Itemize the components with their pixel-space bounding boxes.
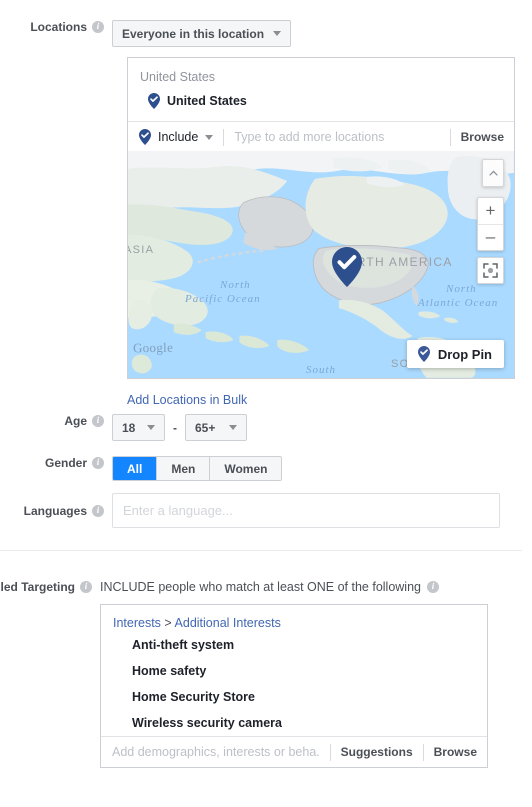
detailed-targeting-input[interactable] — [101, 745, 330, 759]
gender-option-all[interactable]: All — [113, 457, 158, 480]
age-max-value: 65+ — [195, 420, 216, 435]
info-icon[interactable] — [92, 20, 104, 33]
chevron-up-icon — [488, 170, 498, 176]
location-scope-dropdown[interactable]: Everyone in this location — [112, 20, 292, 47]
suggestions-button[interactable]: Suggestions — [331, 745, 423, 759]
breadcrumb-child[interactable]: Additional Interests — [175, 616, 281, 630]
detailed-targeting-row: Detailed Targeting INCLUDE people who ma… — [0, 580, 520, 768]
gender-option-men[interactable]: Men — [157, 457, 211, 480]
interests-breadcrumb: Interests > Additional Interests — [101, 605, 487, 632]
gender-option-women[interactable]: Women — [210, 457, 282, 480]
chevron-down-icon — [273, 31, 282, 36]
list-item[interactable]: Home safety — [101, 658, 487, 684]
location-scope-value: Everyone in this location — [122, 26, 265, 41]
chevron-down-icon — [205, 134, 214, 140]
languages-field — [112, 493, 520, 528]
locations-field: Everyone in this location — [112, 20, 520, 47]
gender-row: Gender All Men Women — [0, 456, 520, 481]
locations-group-header: United States — [140, 70, 216, 84]
age-max-dropdown[interactable]: 65+ — [185, 414, 247, 441]
detailed-targeting-heading-text: INCLUDE people who match at least ONE of… — [100, 580, 421, 594]
fullscreen-icon — [483, 263, 498, 278]
age-field: 18 - 65+ — [112, 414, 520, 441]
detailed-targeting-label: Detailed Targeting — [0, 580, 75, 594]
languages-label-group: Languages — [0, 493, 112, 528]
map-fullscreen-button[interactable] — [477, 257, 504, 284]
age-label-group: Age — [0, 414, 112, 428]
plus-icon: + — [485, 200, 496, 220]
age-min-value: 18 — [122, 420, 136, 435]
info-icon[interactable] — [92, 456, 104, 469]
list-item[interactable]: Wireless security camera — [101, 710, 487, 736]
list-item[interactable]: Anti-theft system — [101, 632, 487, 658]
languages-label: Languages — [23, 503, 87, 518]
location-map[interactable]: ASIA NORTH AMERICA SOUTH AMERICA North P… — [127, 151, 515, 379]
chevron-down-icon — [229, 425, 237, 430]
location-pin-check-icon — [417, 346, 430, 362]
languages-row: Languages — [0, 493, 520, 528]
minus-icon: – — [485, 227, 496, 247]
map-zoom-controls: + – — [477, 197, 504, 251]
location-pin-check-icon — [148, 93, 160, 109]
breadcrumb-separator: > — [164, 616, 172, 630]
gender-label: Gender — [44, 456, 87, 470]
drop-pin-button[interactable]: Drop Pin — [406, 340, 504, 368]
age-label: Age — [64, 414, 87, 428]
map-collapse-button[interactable] — [482, 159, 504, 187]
add-locations-bulk-link[interactable]: Add Locations in Bulk — [127, 386, 247, 409]
ad-targeting-form: Locations Everyone in this location Unit… — [0, 0, 532, 807]
locations-browse-button[interactable]: Browse — [451, 130, 514, 144]
list-item[interactable]: Home Security Store — [101, 684, 487, 710]
age-row: Age 18 - 65+ — [0, 414, 520, 441]
locations-label-group: Locations — [0, 20, 112, 34]
locations-label: Locations — [30, 20, 87, 34]
chevron-down-icon — [147, 425, 155, 430]
locations-box: United States United States Include Type… — [127, 57, 515, 152]
info-icon[interactable] — [92, 414, 104, 427]
age-min-dropdown[interactable]: 18 — [112, 414, 165, 441]
detailed-targeting-heading: INCLUDE people who match at least ONE of… — [100, 580, 520, 594]
gender-field: All Men Women — [112, 456, 520, 481]
detailed-targeting-box: Interests > Additional Interests Anti-th… — [100, 604, 488, 768]
detailed-targeting-label-group: Detailed Targeting — [0, 580, 100, 594]
include-exclude-dropdown[interactable]: Include — [128, 129, 223, 145]
detailed-targeting-input-row: Suggestions Browse — [101, 736, 487, 767]
info-icon[interactable] — [80, 580, 92, 593]
section-divider — [0, 550, 522, 551]
include-exclude-value: Include — [158, 130, 199, 144]
age-range-separator: - — [173, 420, 177, 435]
location-pin-check-icon — [139, 129, 151, 145]
selected-location-item[interactable]: United States — [128, 90, 514, 121]
gender-segmented-control: All Men Women — [112, 456, 283, 481]
info-icon[interactable] — [427, 580, 439, 593]
map-zoom-in-button[interactable]: + — [478, 198, 503, 224]
detailed-targeting-browse-button[interactable]: Browse — [424, 745, 487, 759]
location-search-input[interactable] — [224, 130, 450, 144]
drop-pin-label: Drop Pin — [437, 346, 492, 362]
map-zoom-out-button[interactable]: – — [478, 223, 503, 251]
breadcrumb-root[interactable]: Interests — [113, 616, 161, 630]
selected-location-name: United States — [167, 94, 247, 108]
gender-label-group: Gender — [0, 456, 112, 470]
locations-row: Locations Everyone in this location — [0, 20, 520, 47]
detailed-targeting-field: INCLUDE people who match at least ONE of… — [100, 580, 520, 768]
languages-input[interactable] — [112, 493, 500, 528]
map-marker-check-icon[interactable] — [332, 247, 362, 287]
location-search-row: Include Browse — [128, 121, 514, 152]
info-icon[interactable] — [92, 504, 104, 517]
